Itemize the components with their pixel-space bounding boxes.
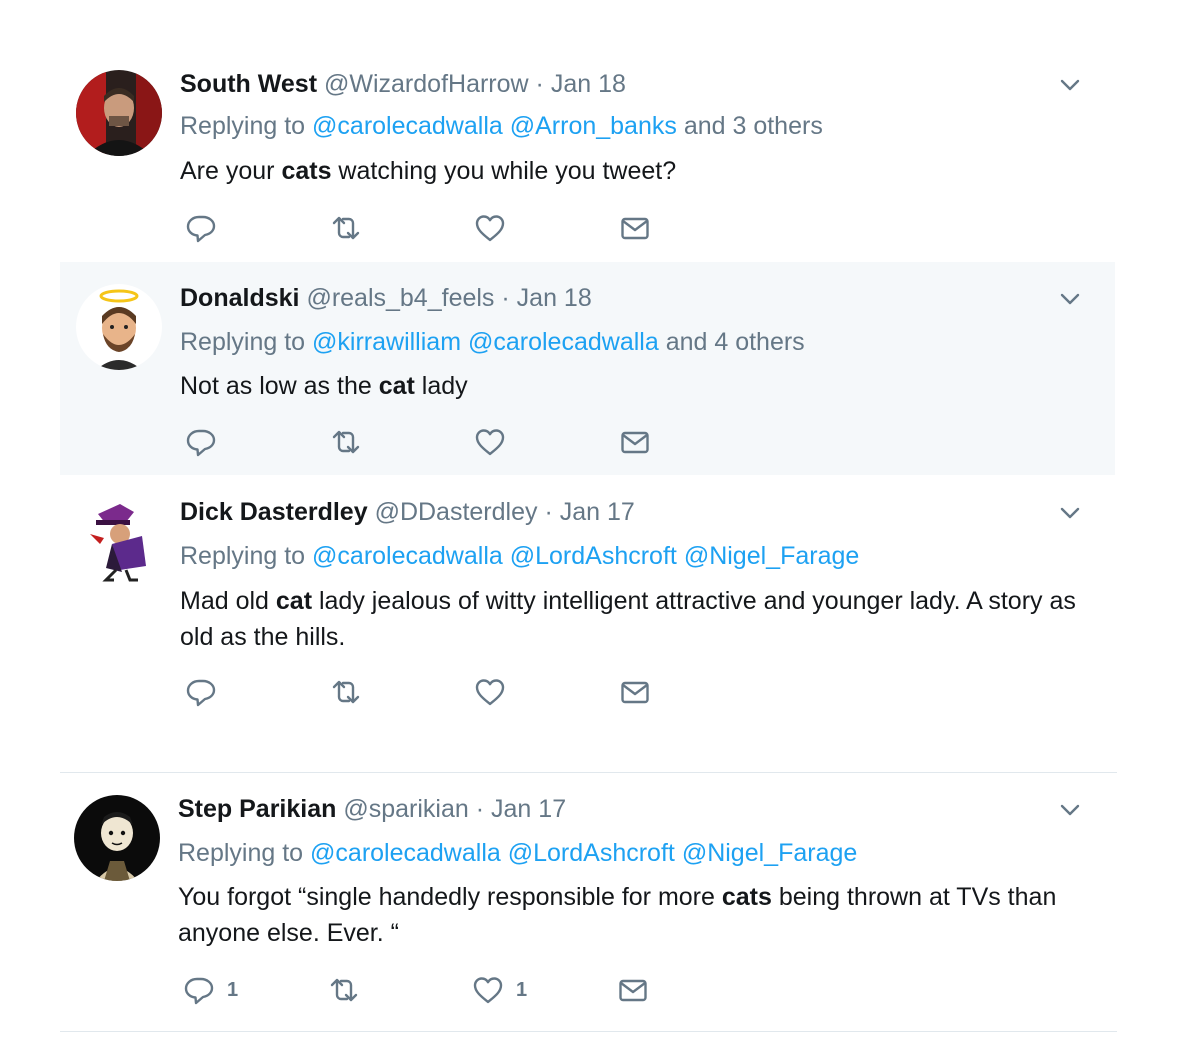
like-count: 1 bbox=[516, 978, 528, 1001]
reply-button[interactable] bbox=[185, 675, 229, 709]
direct-message-icon bbox=[617, 974, 649, 1006]
retweet-icon bbox=[330, 676, 362, 708]
tweet-text: You forgot “single handedly responsible … bbox=[178, 879, 1078, 951]
direct-message-icon bbox=[619, 426, 651, 458]
avatar-donaldski[interactable] bbox=[76, 284, 162, 370]
mention-link[interactable]: @Arron_banks bbox=[510, 112, 677, 140]
like-icon bbox=[472, 974, 504, 1006]
separator-dot: · bbox=[475, 795, 485, 823]
retweet-icon bbox=[328, 974, 360, 1006]
text-segment: Not as low as the bbox=[180, 372, 379, 400]
direct-message-button[interactable] bbox=[617, 973, 649, 1007]
tweet-date[interactable]: Jan 18 bbox=[517, 284, 592, 312]
avatar-dick-dasterdley[interactable] bbox=[76, 496, 162, 582]
separator-dot: · bbox=[544, 498, 553, 526]
text-segment: lady bbox=[414, 372, 468, 400]
retweet-icon bbox=[330, 212, 362, 244]
chevron-down-icon[interactable] bbox=[1057, 72, 1083, 98]
separator-dot: · bbox=[501, 284, 510, 312]
author-handle[interactable]: @DDasterdley bbox=[375, 498, 538, 526]
tweet-text: Mad old cat lady jealous of witty intell… bbox=[180, 583, 1080, 655]
retweet-button[interactable] bbox=[330, 675, 362, 709]
reply-button[interactable] bbox=[185, 425, 229, 459]
tweet-date[interactable]: Jan 18 bbox=[551, 70, 626, 98]
reply-context: Replying to @carolecadwalla @LordAshcrof… bbox=[180, 542, 859, 571]
mention-link[interactable]: @carolecadwalla bbox=[468, 328, 659, 356]
highlighted-keyword: cats bbox=[721, 883, 772, 911]
direct-message-button[interactable] bbox=[619, 675, 651, 709]
mention-link[interactable]: @Nigel_Farage bbox=[684, 542, 859, 570]
reply-icon bbox=[185, 676, 217, 708]
retweet-button[interactable] bbox=[328, 973, 360, 1007]
tweet-2[interactable]: Donaldski @reals_b4_feels · Jan 18 Reply… bbox=[60, 262, 1115, 475]
avatar-step-parikian[interactable] bbox=[74, 795, 160, 881]
author-name[interactable]: Donaldski bbox=[180, 284, 299, 312]
direct-message-icon bbox=[619, 212, 651, 244]
avatar-south-west[interactable] bbox=[76, 70, 162, 156]
reply-context: Replying to @carolecadwalla @LordAshcrof… bbox=[178, 839, 857, 868]
author-handle[interactable]: @WizardofHarrow bbox=[324, 70, 529, 98]
mention-link[interactable]: @carolecadwalla bbox=[310, 839, 501, 867]
replying-to-label: Replying to bbox=[180, 328, 306, 356]
reply-icon bbox=[185, 212, 217, 244]
replying-to-label: Replying to bbox=[178, 839, 304, 867]
text-segment: Are your bbox=[180, 157, 282, 185]
highlighted-keyword: cat bbox=[378, 372, 415, 400]
tweet-date[interactable]: Jan 17 bbox=[491, 795, 566, 823]
like-button[interactable] bbox=[474, 425, 518, 459]
mention-link[interactable]: @kirrawilliam bbox=[312, 328, 461, 356]
direct-message-button[interactable] bbox=[619, 211, 651, 245]
like-button[interactable] bbox=[474, 675, 518, 709]
like-icon bbox=[474, 676, 506, 708]
reply-others-link[interactable]: and 4 others bbox=[666, 328, 805, 356]
author-name[interactable]: South West bbox=[180, 70, 317, 98]
reply-context: Replying to @carolecadwalla @Arron_banks… bbox=[180, 112, 823, 141]
retweet-icon bbox=[330, 426, 362, 458]
replying-to-label: Replying to bbox=[180, 112, 306, 140]
like-icon bbox=[474, 212, 506, 244]
chevron-down-icon[interactable] bbox=[1057, 500, 1083, 526]
tweet-date[interactable]: Jan 17 bbox=[560, 498, 635, 526]
text-segment: Mad old bbox=[180, 587, 276, 615]
author-handle[interactable]: @reals_b4_feels bbox=[306, 284, 494, 312]
chevron-down-icon[interactable] bbox=[1057, 286, 1083, 312]
reply-button[interactable] bbox=[185, 211, 229, 245]
like-button[interactable] bbox=[474, 211, 518, 245]
like-icon bbox=[474, 426, 506, 458]
mention-link[interactable]: @carolecadwalla bbox=[312, 112, 503, 140]
tweet-3[interactable]: Dick Dasterdley @DDasterdley · Jan 17 Re… bbox=[60, 476, 1115, 772]
separator-dot: · bbox=[535, 70, 544, 98]
reply-icon bbox=[183, 974, 215, 1006]
direct-message-icon bbox=[619, 676, 651, 708]
chevron-down-icon[interactable] bbox=[1057, 797, 1083, 823]
tweet-1[interactable]: South West @WizardofHarrow · Jan 18 Repl… bbox=[60, 55, 1115, 261]
text-segment: watching you while you tweet? bbox=[331, 157, 677, 185]
tweet-text: Not as low as the cat lady bbox=[180, 368, 1080, 404]
mention-link[interactable]: @carolecadwalla bbox=[312, 542, 503, 570]
highlighted-keyword: cat bbox=[275, 587, 313, 615]
text-segment: lady jealous of witty intelligent attrac… bbox=[180, 587, 1076, 651]
author-handle[interactable]: @sparikian bbox=[343, 795, 468, 823]
mention-link[interactable]: @Nigel_Farage bbox=[682, 839, 857, 867]
direct-message-button[interactable] bbox=[619, 425, 651, 459]
author-name[interactable]: Dick Dasterdley bbox=[180, 498, 368, 526]
tweet-4[interactable]: Step Parikian @sparikian · Jan 17 Replyi… bbox=[60, 773, 1115, 1031]
reply-button[interactable]: 1 bbox=[183, 973, 238, 1007]
reply-icon bbox=[185, 426, 217, 458]
tweet-divider bbox=[60, 1031, 1117, 1032]
reply-context: Replying to @kirrawilliam @carolecadwall… bbox=[180, 328, 805, 357]
mention-link[interactable]: @LordAshcroft bbox=[508, 839, 675, 867]
like-button[interactable]: 1 bbox=[472, 973, 527, 1007]
reply-others-link[interactable]: and 3 others bbox=[684, 112, 823, 140]
highlighted-keyword: cats bbox=[281, 157, 332, 185]
replying-to-label: Replying to bbox=[180, 542, 306, 570]
author-name[interactable]: Step Parikian bbox=[178, 795, 336, 823]
retweet-button[interactable] bbox=[330, 425, 362, 459]
mention-link[interactable]: @LordAshcroft bbox=[510, 542, 677, 570]
retweet-button[interactable] bbox=[330, 211, 362, 245]
tweet-text: Are your cats watching you while you twe… bbox=[180, 153, 1080, 189]
reply-count: 1 bbox=[227, 978, 239, 1001]
text-segment: You forgot “single handedly responsible … bbox=[178, 883, 722, 911]
